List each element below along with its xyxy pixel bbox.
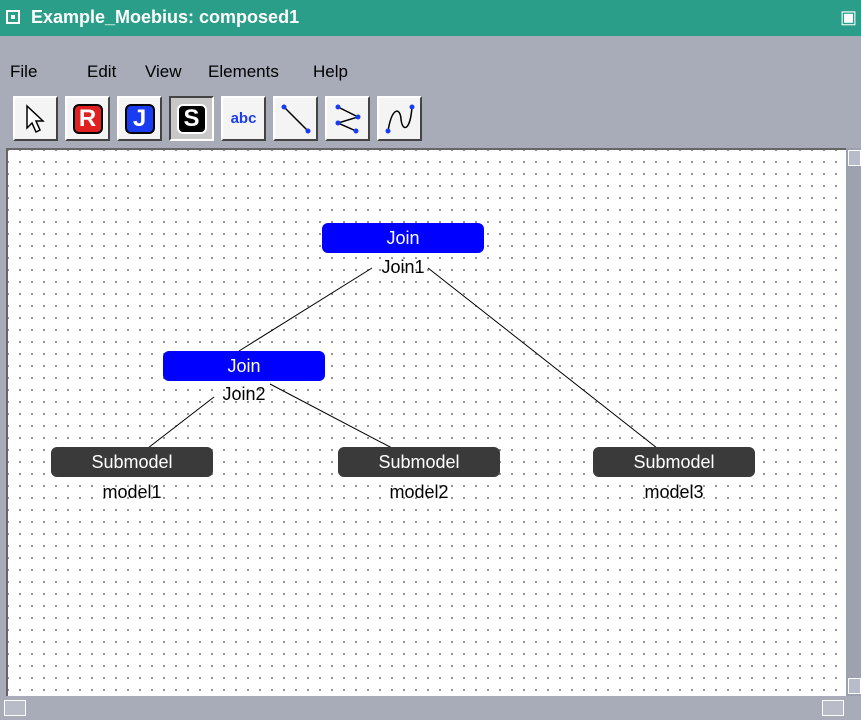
- curve-icon: [385, 104, 414, 133]
- scroll-up-icon[interactable]: [848, 150, 861, 166]
- window-menu-icon[interactable]: [6, 10, 20, 24]
- s-icon: S: [176, 103, 207, 134]
- model3-node[interactable]: Submodel: [593, 447, 755, 477]
- scroll-left-icon[interactable]: [4, 700, 26, 716]
- submodel-tool-button[interactable]: S: [169, 96, 214, 141]
- curve-tool-button[interactable]: [377, 96, 422, 141]
- model1-label: model1: [102, 482, 162, 502]
- polyline-icon: [335, 104, 360, 133]
- model2-node[interactable]: Submodel: [338, 447, 500, 477]
- join-tool-button[interactable]: J: [117, 96, 162, 141]
- model1-node[interactable]: Submodel: [51, 447, 213, 477]
- menu-file[interactable]: File: [10, 62, 37, 82]
- abc-icon: abc: [230, 110, 257, 127]
- line-tool-button[interactable]: [273, 96, 318, 141]
- model2-label: model2: [389, 482, 449, 502]
- polyline-tool-button[interactable]: [325, 96, 370, 141]
- menu-view[interactable]: View: [145, 62, 182, 82]
- vertical-scrollbar[interactable]: [846, 148, 861, 696]
- r-icon: R: [72, 103, 103, 134]
- horizontal-scrollbar[interactable]: [0, 696, 861, 720]
- menu-elements[interactable]: Elements: [208, 62, 279, 82]
- text-tool-button[interactable]: abc: [221, 96, 266, 141]
- menu-edit[interactable]: Edit: [87, 62, 116, 82]
- scroll-down-icon[interactable]: [848, 678, 861, 694]
- model3-label: model3: [644, 482, 704, 502]
- join2-node[interactable]: Join: [163, 351, 325, 381]
- title-bar: Example_Moebius: composed1 ▣: [0, 0, 861, 36]
- maximize-icon[interactable]: ▣: [840, 7, 857, 28]
- join1-node[interactable]: Join: [322, 223, 484, 253]
- menu-bar: [0, 36, 861, 92]
- menu-help[interactable]: Help: [313, 62, 348, 82]
- pointer-icon: [25, 103, 45, 133]
- scroll-right-icon[interactable]: [822, 700, 844, 716]
- join2-label: Join2: [222, 384, 266, 404]
- line-icon: [281, 104, 310, 133]
- join1-label: Join1: [381, 257, 425, 277]
- j-icon: J: [124, 103, 155, 134]
- rate-reward-tool-button[interactable]: R: [65, 96, 110, 141]
- pointer-tool-button[interactable]: [13, 96, 58, 141]
- window-title: Example_Moebius: composed1: [31, 7, 300, 27]
